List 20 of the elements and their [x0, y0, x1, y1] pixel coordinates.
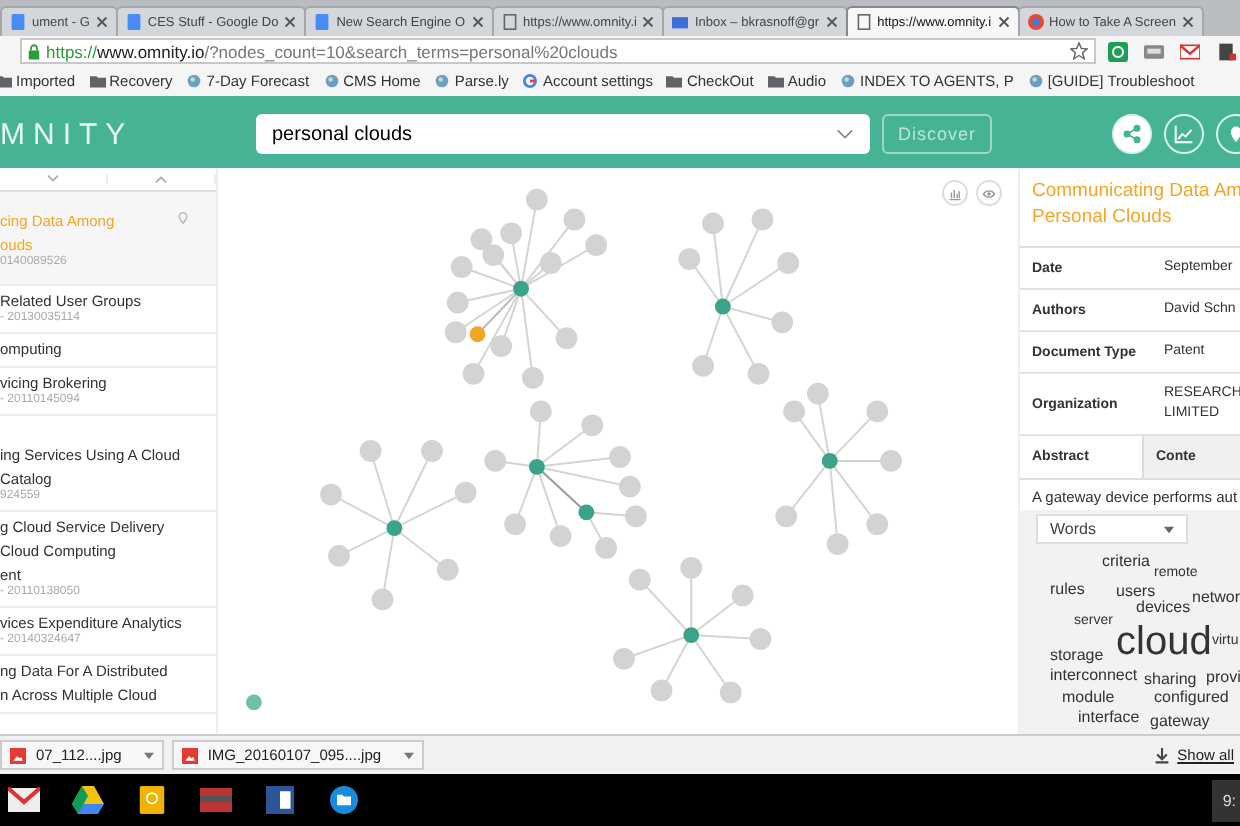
- cloud-word: criteria: [1102, 554, 1151, 570]
- clock: 9:: [1212, 779, 1240, 821]
- address-field[interactable]: https://www.omnity.io/?nodes_count=10&search_terms=personal%20clouds: [20, 38, 1096, 64]
- cloud-word: users: [1116, 584, 1156, 600]
- cloud-word: storage: [1050, 648, 1104, 664]
- logo: MNITY: [0, 117, 136, 151]
- cloud-word: sharing: [1144, 672, 1197, 688]
- cloud-word: provi: [1206, 670, 1240, 686]
- cloud-word: module: [1062, 690, 1115, 706]
- cloud-word: interconnect: [1050, 668, 1138, 684]
- search-field[interactable]: personal clouds: [256, 114, 870, 154]
- cloud-word: networ: [1192, 590, 1240, 606]
- words-dropdown[interactable]: Words: [1036, 514, 1188, 544]
- cloud-word: configured: [1154, 690, 1229, 706]
- cloud-word: gateway: [1150, 714, 1210, 730]
- cloud-word: rules: [1050, 582, 1085, 598]
- url-text: https://www.omnity.io/?nodes_count=10&search_terms=personal%20clouds: [46, 41, 620, 61]
- cloud-word: cloud: [1116, 622, 1212, 662]
- cloud-word: devices: [1136, 600, 1191, 616]
- cloud-word: interface: [1078, 710, 1140, 726]
